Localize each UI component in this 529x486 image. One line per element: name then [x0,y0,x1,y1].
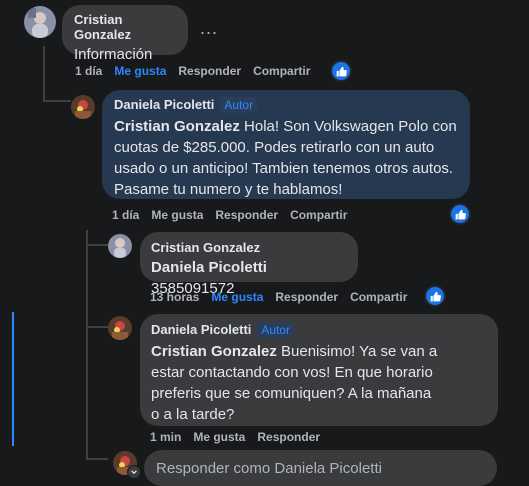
timestamp[interactable]: 13 horas [150,290,199,304]
thread-line-branch-1 [43,100,71,102]
comment-bubble-reply-1: Daniela Picoletti Autor Cristian Gonzalez… [102,90,470,199]
comment-text: Cristian Gonzalez Hola! Son Volkswagen P… [114,116,458,200]
avatar-cristian-image [24,6,56,38]
comment-actions-reply-2: 13 horas Me gusta Responder Compartir [150,290,407,304]
avatar-cristian[interactable] [24,6,56,38]
share-button[interactable]: Compartir [253,64,310,78]
author-badge: Autor [220,97,258,113]
comment-actions-reply-3: 1 min Me gusta Responder [150,430,320,444]
comment-text: Información [74,46,153,63]
mention-link[interactable]: Cristian Gonzalez [151,343,277,360]
reply-input[interactable]: Responder como Daniela Picoletti [144,450,497,486]
author-badge: Autor [257,322,295,338]
comment-author: Daniela Picoletti Autor [151,322,487,338]
comment-bubble-reply-2: Cristian Gonzalez Daniela Picoletti 3585… [140,232,358,297]
timestamp[interactable]: 1 día [112,208,139,222]
comment-text: Cristian Gonzalez Buenisimo! Ya se van a… [151,341,441,425]
like-icon[interactable] [424,285,446,307]
reply-button[interactable]: Responder [178,64,241,78]
reply-button[interactable]: Responder [215,208,278,222]
share-button[interactable]: Compartir [290,208,347,222]
avatar-daniela-image [71,95,95,119]
comment-author[interactable]: Cristian Gonzalez [74,12,176,42]
author-name[interactable]: Daniela Picoletti [151,322,251,337]
comment-actions-reply-1: 1 día Me gusta Responder Compartir [112,208,347,222]
comment-actions-top: 1 día Me gusta Responder Compartir [75,64,310,78]
more-icon[interactable]: ... [200,18,218,39]
reply-placeholder: Responder como Daniela Picoletti [156,459,382,477]
avatar-cristian-image [108,234,132,258]
share-button[interactable]: Compartir [350,290,407,304]
reply-button[interactable]: Responder [275,290,338,304]
timestamp[interactable]: 1 día [75,64,102,78]
thread-line-branch-4 [86,458,108,460]
like-button[interactable]: Me gusta [114,64,166,78]
thread-line-branch-3 [86,326,108,328]
avatar-daniela-image [108,316,132,340]
chevron-down-icon[interactable] [127,465,141,479]
avatar-daniela[interactable] [71,95,95,119]
like-icon[interactable] [449,203,471,225]
author-name[interactable]: Daniela Picoletti [114,97,214,112]
thread-line-branch-2 [86,244,108,246]
reply-button[interactable]: Responder [257,430,320,444]
like-button[interactable]: Me gusta [193,430,245,444]
mention-link[interactable]: Daniela Picoletti [151,259,267,276]
comment-bubble-reply-3: Daniela Picoletti Autor Cristian Gonzalez… [140,314,498,426]
thread-line-main [43,46,45,102]
mention-link[interactable]: Cristian Gonzalez [114,118,240,135]
like-button[interactable]: Me gusta [211,290,263,304]
like-button[interactable]: Me gusta [151,208,203,222]
comment-bubble-top: Cristian Gonzalez Información [62,5,188,63]
comment-author: Daniela Picoletti Autor [114,97,458,113]
avatar-daniela[interactable] [108,316,132,340]
avatar-cristian[interactable] [108,234,132,258]
thread-line-sub [86,230,88,458]
like-icon[interactable] [330,60,352,82]
focus-indicator [12,312,14,446]
timestamp[interactable]: 1 min [150,430,181,444]
author-name[interactable]: Cristian Gonzalez [151,240,347,255]
